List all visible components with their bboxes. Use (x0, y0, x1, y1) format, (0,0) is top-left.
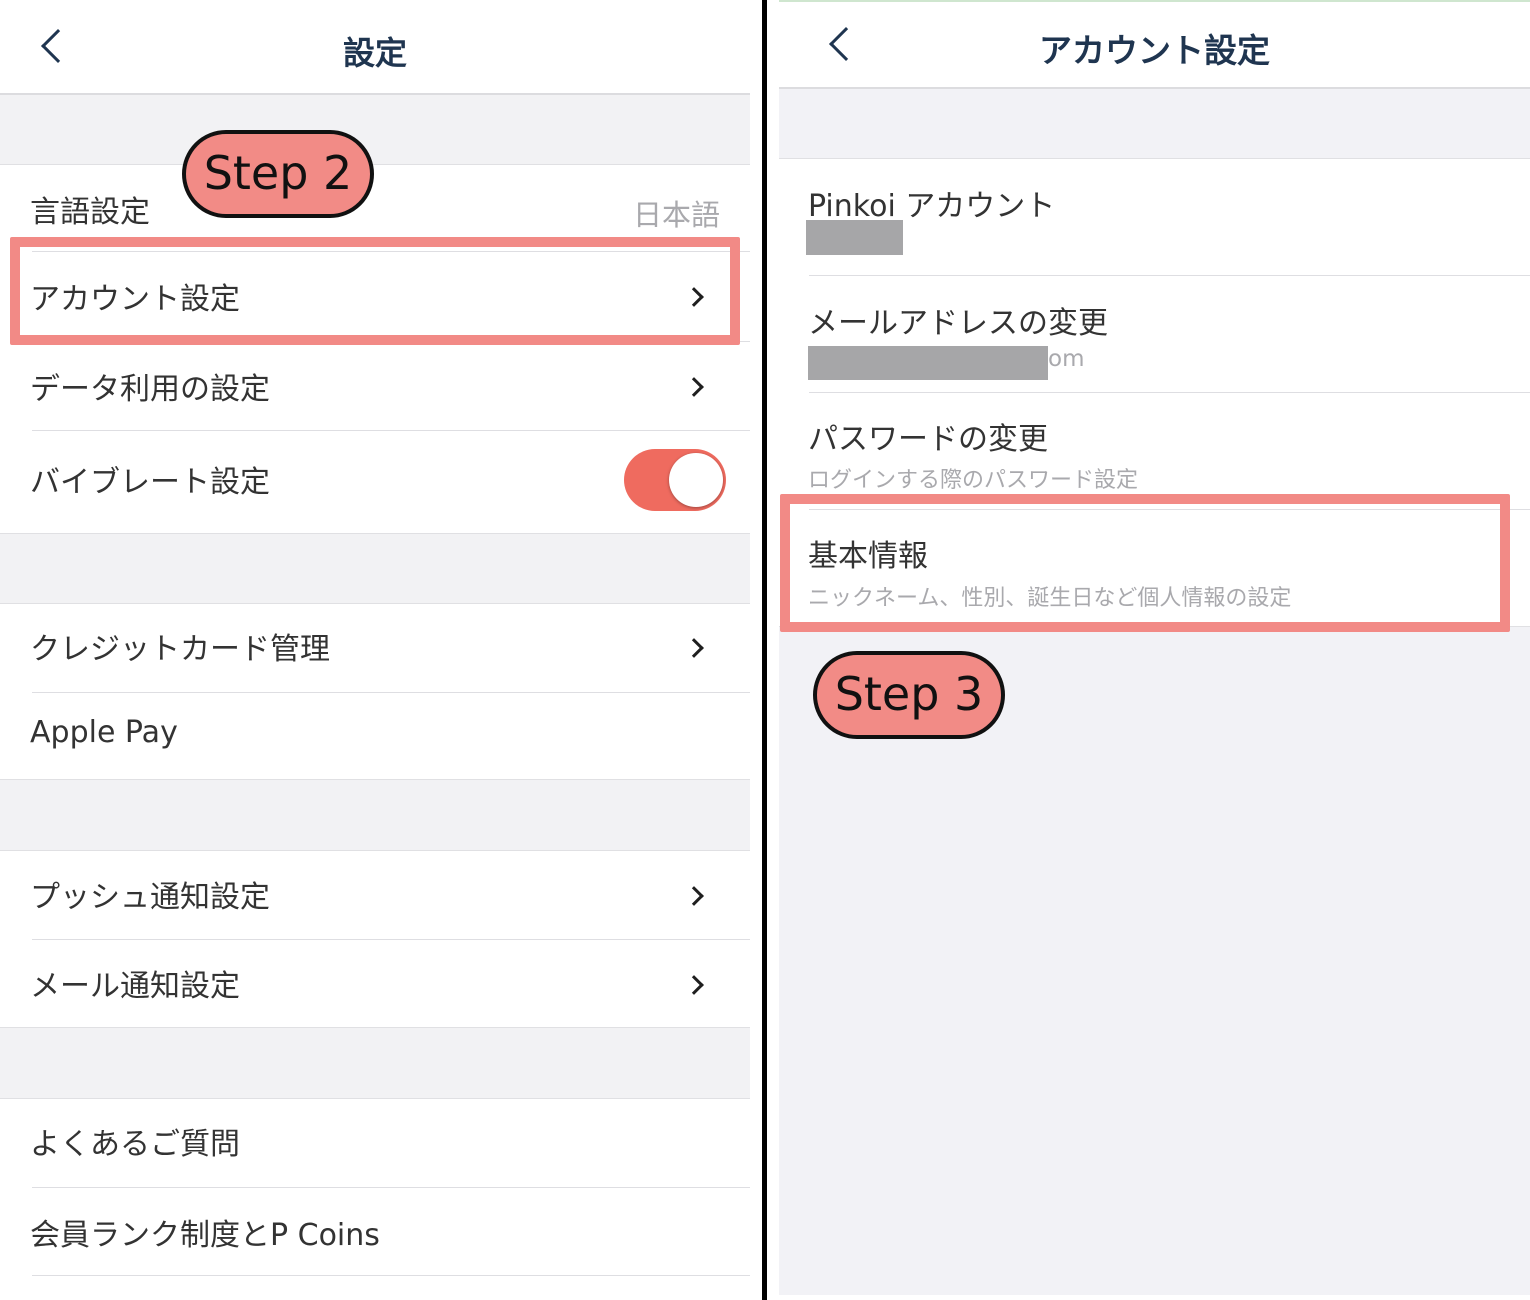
basic-info-highlight (780, 494, 1510, 632)
account-settings-screen: アカウント設定 Pinkoi アカウント メールアドレスの変更 om パスワード… (779, 0, 1530, 1295)
vibrate-label: バイブレート設定 (30, 465, 270, 500)
chevron-right-icon (684, 886, 704, 906)
page-title: 設定 (342, 34, 407, 72)
redacted-email (808, 346, 1048, 380)
row-divider (32, 1275, 750, 1276)
vibrate-toggle[interactable] (624, 449, 726, 511)
apple-pay-row[interactable]: Apple Pay (0, 693, 750, 781)
password-change-row[interactable]: パスワードの変更 ログインする際のパスワード設定 (779, 393, 1530, 509)
email-change-row[interactable]: メールアドレスの変更 om (779, 276, 1530, 392)
membership-row[interactable]: 会員ランク制度とP Coins (0, 1188, 750, 1276)
settings-group-help: よくあるご質問 会員ランク制度とP Coins (0, 1098, 750, 1300)
chevron-right-icon (684, 377, 704, 397)
chevron-right-icon (684, 975, 704, 995)
page-title: アカウント設定 (1039, 31, 1270, 70)
data-usage-row[interactable]: データ利用の設定 (0, 342, 750, 430)
password-change-description: ログインする際のパスワード設定 (808, 468, 1139, 493)
membership-label: 会員ランク制度とP Coins (30, 1218, 380, 1253)
faq-label: よくあるご質問 (30, 1127, 240, 1162)
redacted-account-id (806, 220, 903, 255)
credit-card-label: クレジットカード管理 (30, 632, 330, 667)
data-usage-label: データ利用の設定 (30, 372, 270, 407)
settings-group-payment: クレジットカード管理 Apple Pay (0, 603, 750, 780)
password-change-label: パスワードの変更 (808, 422, 1048, 457)
account-navbar: アカウント設定 (779, 0, 1530, 89)
settings-screen: 設定 言語設定 日本語 アカウント設定 データ利用の設定 バイブレート設定 クレ… (0, 0, 750, 1300)
chevron-right-icon (684, 638, 704, 658)
settings-group-notifications: プッシュ通知設定 メール通知設定 (0, 850, 750, 1028)
settings-group-general: 言語設定 日本語 アカウント設定 データ利用の設定 バイブレート設定 (0, 164, 750, 534)
pinkoi-account-label: Pinkoi アカウント (808, 189, 1056, 224)
step-2-badge: Step 2 (182, 130, 374, 218)
apple-pay-label: Apple Pay (30, 715, 178, 750)
language-setting-label: 言語設定 (30, 195, 150, 230)
faq-row[interactable]: よくあるご質問 (0, 1099, 750, 1187)
mail-notification-row[interactable]: メール通知設定 (0, 940, 750, 1029)
panel-divider (762, 0, 767, 1300)
credit-card-row[interactable]: クレジットカード管理 (0, 604, 750, 692)
step-3-badge: Step 3 (813, 651, 1005, 739)
mail-notification-label: メール通知設定 (30, 969, 240, 1004)
pinkoi-account-row: Pinkoi アカウント (779, 159, 1530, 275)
push-notification-label: プッシュ通知設定 (30, 880, 270, 915)
language-setting-value: 日本語 (632, 198, 720, 232)
account-settings-highlight (10, 237, 740, 345)
settings-navbar: 設定 (0, 0, 750, 95)
vibrate-row: バイブレート設定 (0, 431, 750, 535)
email-suffix: om (1048, 346, 1085, 372)
push-notification-row[interactable]: プッシュ通知設定 (0, 851, 750, 939)
toggle-knob (669, 453, 723, 507)
email-change-label: メールアドレスの変更 (808, 306, 1108, 341)
